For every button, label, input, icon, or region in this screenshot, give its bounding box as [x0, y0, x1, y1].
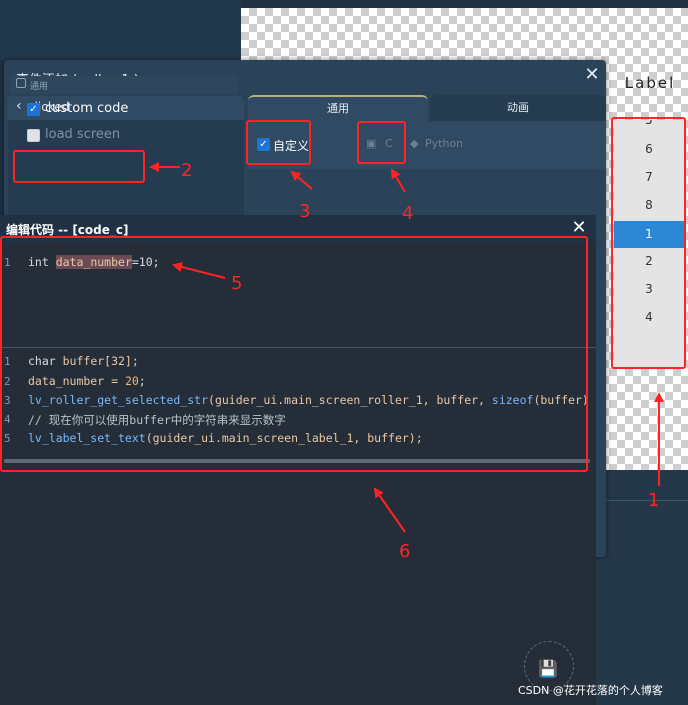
- checkbox-unchecked-icon[interactable]: [27, 129, 40, 142]
- annotation-box-1: [611, 117, 686, 369]
- footer-credit: CSDN @花开花落的个人博客: [518, 684, 663, 697]
- annotation-number-2: 2: [181, 160, 193, 181]
- close-icon[interactable]: ✕: [582, 64, 602, 86]
- section-icon: [16, 78, 26, 88]
- label-widget[interactable]: Label: [612, 74, 688, 98]
- divider: [596, 500, 688, 501]
- custom-code-option[interactable]: custom code: [45, 101, 128, 116]
- section-label: 通用: [30, 82, 49, 92]
- lang-python-option[interactable]: Python: [425, 137, 463, 150]
- checkbox-checked-icon[interactable]: ✓: [27, 103, 40, 116]
- load-screen-option[interactable]: load screen: [45, 127, 120, 142]
- annotation-box-3: [246, 120, 311, 165]
- background-panel: [0, 0, 241, 60]
- annotation-number-3: 3: [299, 201, 311, 222]
- annotation-number-6: 6: [399, 541, 411, 562]
- tab-general[interactable]: 通用: [248, 95, 428, 121]
- annotation-box-2: [13, 150, 145, 183]
- tab-animation[interactable]: 动画: [430, 95, 606, 121]
- annotation-box-6: [0, 236, 588, 472]
- annotation-number-4: 4: [402, 203, 414, 224]
- annotation-number-1: 1: [648, 490, 660, 511]
- chevron-left-icon[interactable]: ‹: [16, 98, 22, 114]
- annotation-box-4: [357, 121, 406, 164]
- annotation-number-5: 5: [231, 273, 243, 294]
- background-panel-bottom: [596, 470, 688, 705]
- python-icon[interactable]: ◆: [410, 137, 418, 150]
- save-icon[interactable]: 💾: [538, 659, 558, 679]
